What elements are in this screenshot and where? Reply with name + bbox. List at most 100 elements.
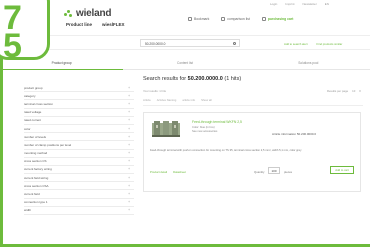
tab-content-list[interactable]: Content list xyxy=(123,56,247,70)
search-row: search results 50.200.0000.0 Add to sear… xyxy=(0,36,370,50)
compare-button[interactable]: comparison list xyxy=(221,17,250,21)
bookmark-label: Bookmark xyxy=(194,17,210,21)
filter-row[interactable]: rated voltage + xyxy=(24,109,134,117)
product-description: Feed-through terminal with push-in conne… xyxy=(150,149,302,152)
cart-label: purchasing cart xyxy=(267,17,294,21)
filter-label: current field wiring xyxy=(24,175,49,180)
expand-plus-icon[interactable]: + xyxy=(128,86,130,90)
category-tabs: Product group Content list Solutions poo… xyxy=(0,56,370,70)
wieland-logo-icon xyxy=(64,9,72,18)
search-links: Add to search alert Find products simila… xyxy=(284,42,342,46)
filter-row[interactable]: color + xyxy=(24,125,134,134)
results-per-page[interactable]: Results per page 10 Σ xyxy=(327,89,361,93)
nav-wieslflex[interactable]: wieslFLEX xyxy=(102,22,125,27)
results-per-page-all[interactable]: Σ xyxy=(359,89,361,93)
filter-label: rated current xyxy=(24,118,42,123)
filter-label: width xyxy=(24,208,32,213)
filter-label: product group xyxy=(24,85,43,90)
expand-plus-icon[interactable]: + xyxy=(128,208,130,212)
filter-label: terminal cross section xyxy=(24,101,54,106)
tab-solutions-pool[interactable]: Solutions pool xyxy=(246,56,370,70)
filter-row[interactable]: mounting method + xyxy=(24,150,134,158)
bookmark-button[interactable]: Bookmark xyxy=(188,17,209,21)
cart-icon xyxy=(261,17,266,21)
result-tab-info[interactable]: article info xyxy=(182,98,195,102)
results-meta-left: Your results: 1 hits xyxy=(143,89,166,93)
filter-row[interactable]: cross section CSA + xyxy=(24,182,134,191)
filter-label: connection type 1 xyxy=(24,200,48,205)
step-badge: 7 5 xyxy=(0,0,50,63)
filter-row[interactable]: current field + xyxy=(24,190,134,199)
quantity-input[interactable]: 100 xyxy=(268,167,280,174)
filter-row[interactable]: current field wiring + xyxy=(24,174,134,183)
search-input[interactable]: 50.200.0000.0 xyxy=(140,39,240,47)
filter-label: color xyxy=(24,126,31,131)
utility-bar: Login Imprint Newsletter EN xyxy=(270,2,329,6)
filter-row[interactable]: connection type 1 + xyxy=(24,199,134,207)
search-input-value: 50.200.0000.0 xyxy=(145,42,166,46)
results-title-prefix: Search results for xyxy=(143,76,187,82)
expand-plus-icon[interactable]: + xyxy=(128,127,130,131)
filter-row[interactable]: width + xyxy=(24,207,134,215)
logo[interactable]: wieland xyxy=(64,8,111,19)
similar-products-link[interactable]: Find products similar xyxy=(316,42,342,46)
filter-row[interactable]: rated current + xyxy=(24,117,134,125)
filter-row[interactable]: terminal cross section + xyxy=(24,100,134,109)
filter-list: product group + category + terminal cross se… xyxy=(24,84,134,215)
step-number: 7 5 xyxy=(3,1,22,63)
search-alert-link[interactable]: Add to search alert xyxy=(284,42,307,46)
datasheet-link[interactable]: Datasheet xyxy=(173,170,186,174)
quantity-unit: pieces xyxy=(284,170,293,174)
result-tab-show-all[interactable]: Show all xyxy=(201,98,212,102)
expand-plus-icon[interactable]: + xyxy=(128,118,130,122)
quantity-label: Quantity xyxy=(254,170,265,174)
expand-plus-icon[interactable]: + xyxy=(128,184,130,188)
product-detail-link[interactable]: Product detail xyxy=(150,170,167,174)
filter-label: number of levels xyxy=(24,134,47,139)
utility-login[interactable]: Login xyxy=(270,2,277,6)
filter-row[interactable]: number of clamp positions per level + xyxy=(24,141,134,150)
expand-plus-icon[interactable]: + xyxy=(128,176,130,180)
compare-icon xyxy=(221,17,226,21)
product-links: Product detail Datasheet xyxy=(150,170,186,174)
expand-plus-icon[interactable]: + xyxy=(128,110,130,114)
result-type-tabs: Article Articles Naming article info Sho… xyxy=(143,98,363,106)
expand-plus-icon[interactable]: + xyxy=(128,135,130,139)
expand-plus-icon[interactable]: + xyxy=(128,200,130,204)
expand-plus-icon[interactable]: + xyxy=(128,192,130,196)
utility-language[interactable]: EN xyxy=(325,2,329,6)
article-label: Article information xyxy=(272,132,297,136)
filter-label: cross section CS xyxy=(24,159,47,164)
utility-newsletter[interactable]: Newsletter xyxy=(303,2,317,6)
filter-row[interactable]: number of levels + xyxy=(24,133,134,142)
result-tab-naming[interactable]: Articles Naming xyxy=(157,98,177,102)
result-tab-article[interactable]: Article xyxy=(143,98,151,102)
expand-plus-icon[interactable]: + xyxy=(128,94,130,98)
add-to-cart-button[interactable]: Add to cart xyxy=(330,166,354,174)
filter-row[interactable]: current factory wiring + xyxy=(24,166,134,175)
expand-plus-icon[interactable]: + xyxy=(128,143,130,147)
expand-plus-icon[interactable]: + xyxy=(128,151,130,155)
product-accessories-link[interactable]: See new accessories xyxy=(192,130,217,134)
product-card: Feed-through terminal WKFN 2,5 Color: bl… xyxy=(143,112,361,192)
filter-row[interactable]: cross section CS + xyxy=(24,158,134,166)
filter-label: number of clamp positions per level xyxy=(24,142,72,147)
terminal-block-image[interactable] xyxy=(150,119,182,139)
logo-text: wieland xyxy=(76,8,112,19)
results-per-page-value[interactable]: 10 xyxy=(352,89,355,93)
filter-label: current field xyxy=(24,192,40,197)
filter-label: category xyxy=(24,93,36,98)
expand-plus-icon[interactable]: + xyxy=(128,167,130,171)
expand-plus-icon[interactable]: + xyxy=(128,102,130,106)
utility-imprint[interactable]: Imprint xyxy=(285,2,294,6)
search-icon[interactable] xyxy=(233,42,236,45)
product-title-link[interactable]: Feed-through terminal WKFN 2,5 xyxy=(192,120,242,124)
article-info: Article information 50.200.0000.0 xyxy=(272,132,316,136)
article-number: 50.200.0000.0 xyxy=(296,132,317,136)
results-per-page-label: Results per page xyxy=(326,89,349,93)
nav-product-line[interactable]: Product line xyxy=(66,22,92,27)
filter-row[interactable]: category + xyxy=(24,92,134,101)
filter-row[interactable]: product group + xyxy=(24,84,134,93)
expand-plus-icon[interactable]: + xyxy=(128,159,130,163)
cart-button[interactable]: purchasing cart xyxy=(261,17,294,21)
